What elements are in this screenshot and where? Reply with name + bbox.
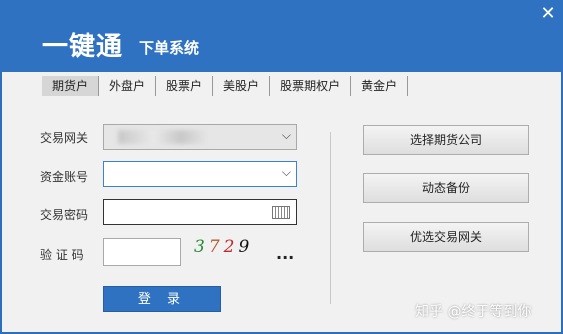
app-subtitle: 下单系统: [139, 39, 200, 57]
tab-foreign[interactable]: 外盘户: [99, 76, 157, 96]
login-window: 一键通 下单系统 ✕ 期货户 外盘户 股票户 美股户 股票期权户 黄金户 交易网…: [0, 0, 563, 334]
title-bar: 一键通 下单系统 ✕: [0, 0, 563, 72]
keyboard-icon[interactable]: [272, 206, 290, 219]
account-field[interactable]: ⌵: [103, 161, 297, 187]
divider: [330, 132, 331, 304]
captcha-char: 3: [194, 237, 209, 257]
close-icon[interactable]: ✕: [538, 4, 558, 24]
app-brand: 一键通: [42, 32, 124, 62]
login-button[interactable]: 登 录: [103, 286, 221, 312]
chevron-down-icon[interactable]: ⌵: [282, 128, 291, 143]
dynamic-backup-button[interactable]: 动态备份: [363, 173, 529, 203]
tab-stock-options[interactable]: 股票期权户: [270, 76, 352, 96]
password-label: 交易密码: [40, 208, 89, 222]
tab-stock[interactable]: 股票户: [156, 76, 214, 96]
captcha-char: 2: [223, 237, 239, 257]
captcha-image[interactable]: 3729: [194, 237, 253, 257]
gateway-label: 交易网关: [40, 131, 89, 145]
optimal-gateway-button[interactable]: 优选交易网关: [363, 222, 529, 252]
select-futures-company-button[interactable]: 选择期货公司: [363, 125, 529, 155]
chevron-down-icon[interactable]: ⌵: [282, 165, 291, 180]
account-type-tabs: 期货户 外盘户 股票户 美股户 股票期权户 黄金户: [42, 76, 409, 98]
gateway-select[interactable]: ⌵: [103, 124, 297, 150]
tab-gold[interactable]: 黄金户: [351, 76, 409, 96]
password-field[interactable]: [103, 199, 297, 225]
watermark: 知乎 @终于等到你: [415, 304, 532, 320]
blurred-gateway-value: [118, 130, 208, 144]
captcha-char: 7: [208, 237, 224, 257]
tab-us-stock[interactable]: 美股户: [213, 76, 271, 96]
captcha-field[interactable]: [103, 238, 181, 266]
captcha-label: 验 证 码: [40, 248, 84, 262]
captcha-char: 9: [238, 237, 254, 257]
dialog-body: 期货户 外盘户 股票户 美股户 股票期权户 黄金户 交易网关 ⌵ 资金账号 ⌵ …: [2, 72, 561, 332]
captcha-refresh[interactable]: ...: [276, 244, 294, 263]
account-label: 资金账号: [40, 170, 89, 184]
tab-futures[interactable]: 期货户: [42, 76, 100, 96]
